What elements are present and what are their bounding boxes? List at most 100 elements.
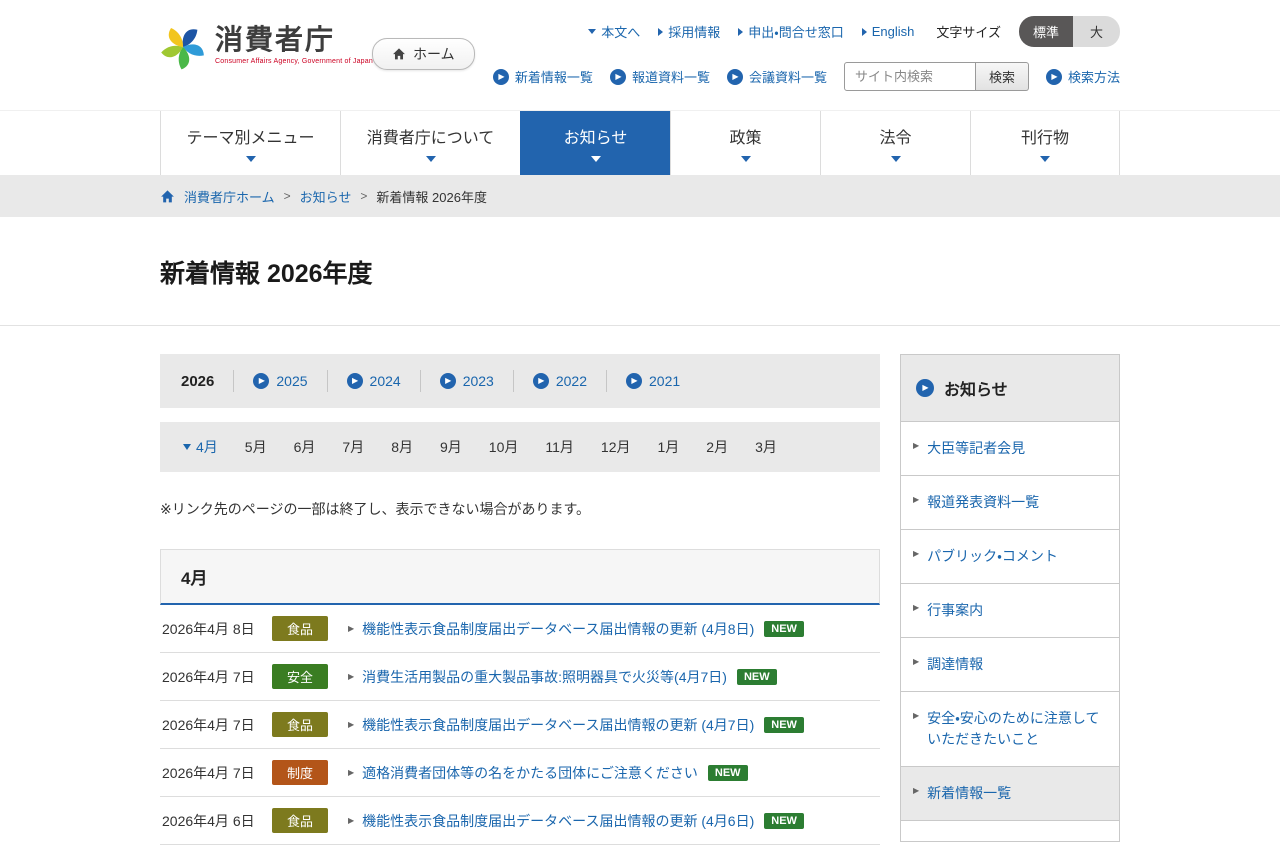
breadcrumb-bar: 消費者庁ホーム > お知らせ > 新着情報 2026年度: [0, 175, 1280, 217]
search-help-link-label: 検索方法: [1068, 67, 1120, 86]
header-utility-link[interactable]: English: [862, 24, 915, 39]
header-utility-link[interactable]: 申出・問合せ窓口: [738, 22, 843, 41]
news-date: 2026年4月 7日: [162, 763, 272, 783]
chevron-down-icon: [246, 156, 256, 162]
sidebar-item-label: パブリック・コメント: [927, 546, 1058, 567]
header-quick-link-label: 会議資料一覧: [749, 67, 827, 86]
sidebar-item[interactable]: 調達情報: [901, 638, 1119, 692]
chevron-down-icon: [741, 156, 751, 162]
month-tab[interactable]: 9月: [440, 437, 462, 457]
breadcrumb-section-link[interactable]: お知らせ: [300, 187, 352, 206]
month-tab[interactable]: 3月: [755, 437, 777, 457]
news-link[interactable]: 機能性表示食品制度届出データベース届出情報の更新 (4月7日): [362, 715, 754, 735]
nav-item[interactable]: 政策: [670, 111, 820, 175]
news-column: 2026 2025 2024 2023: [160, 354, 880, 845]
year-tab[interactable]: 2025: [233, 370, 326, 392]
news-link[interactable]: 機能性表示食品制度届出データベース届出情報の更新 (4月8日): [362, 619, 754, 639]
nav-item-label: お知らせ: [564, 124, 628, 148]
category-badge: 制度: [272, 760, 328, 785]
site-search-input[interactable]: [844, 62, 976, 91]
home-button[interactable]: ホーム: [372, 38, 475, 70]
chevron-down-icon: [591, 156, 601, 162]
month-tab[interactable]: 4月: [183, 437, 218, 457]
agency-logo[interactable]: 消費者庁 Consumer Affairs Agency, Government…: [160, 24, 373, 70]
sidebar-item[interactable]: 新着情報一覧: [901, 767, 1119, 821]
month-tab[interactable]: 10月: [489, 437, 519, 457]
month-tab[interactable]: 8月: [391, 437, 413, 457]
breadcrumb-current: 新着情報 2026年度: [376, 187, 487, 206]
sidebar-item[interactable]: 大臣等記者会見: [901, 422, 1119, 476]
sidebar-item-label: 大臣等記者会見: [927, 438, 1025, 459]
site-search-button[interactable]: 検索: [976, 62, 1029, 91]
new-badge: NEW: [764, 717, 804, 733]
page-note: ※リンク先のページの一部は終了し、表示できない場合があります。: [160, 499, 880, 519]
month-tab[interactable]: 5月: [245, 437, 267, 457]
font-size-standard-button[interactable]: 標準: [1019, 16, 1073, 47]
news-link[interactable]: 適格消費者団体等の名をかたる団体にご注意ください: [362, 763, 698, 783]
sidebar-item-partial: [901, 821, 1119, 841]
link-arrow-icon: [348, 673, 354, 681]
link-arrow-icon: [913, 658, 919, 666]
month-tab-label: 6月: [294, 437, 316, 457]
month-tab-label: 7月: [342, 437, 364, 457]
circle-arrow-icon: [440, 373, 456, 389]
month-tab[interactable]: 12月: [601, 437, 631, 457]
nav-item-label: 法令: [879, 124, 911, 148]
search-help-link[interactable]: 検索方法: [1046, 67, 1120, 86]
sidebar-item[interactable]: 報道発表資料一覧: [901, 476, 1119, 530]
nav-item-label: 政策: [729, 124, 761, 148]
sidebar-item-label: 新着情報一覧: [927, 783, 1011, 804]
news-link[interactable]: 機能性表示食品制度届出データベース届出情報の更新 (4月6日): [362, 811, 754, 831]
breadcrumb-separator: >: [284, 189, 291, 203]
breadcrumb-home-link[interactable]: 消費者庁ホーム: [184, 187, 275, 206]
header-quick-link[interactable]: 新着情報一覧: [493, 67, 593, 86]
year-tab-label: 2024: [370, 373, 401, 389]
year-tab-label: 2021: [649, 373, 680, 389]
year-tab[interactable]: 2024: [327, 370, 420, 392]
month-tab-label: 10月: [489, 437, 519, 457]
month-tab[interactable]: 6月: [294, 437, 316, 457]
nav-item-label: 刊行物: [1021, 124, 1069, 148]
font-size-large-button[interactable]: 大: [1073, 16, 1120, 47]
link-arrow-icon: [348, 769, 354, 777]
category-badge: 安全: [272, 664, 328, 689]
link-arrow-icon: [348, 625, 354, 633]
sidebar-item[interactable]: 行事案内: [901, 584, 1119, 638]
site-search: 検索: [844, 62, 1029, 91]
year-tab[interactable]: 2021: [606, 370, 699, 392]
link-arrow-icon: [913, 550, 919, 558]
circle-arrow-icon: [253, 373, 269, 389]
category-badge: 食品: [272, 808, 328, 833]
sidebar-item[interactable]: パブリック・コメント: [901, 530, 1119, 584]
sidebar-item[interactable]: 安全・安心のために注意していただきたいこと: [901, 692, 1119, 767]
header-utility-link[interactable]: 本文へ: [588, 22, 640, 41]
year-tab[interactable]: 2022: [513, 370, 606, 392]
nav-item[interactable]: 消費者庁について: [340, 111, 520, 175]
month-tab-label: 5月: [245, 437, 267, 457]
month-tab[interactable]: 2月: [706, 437, 728, 457]
year-tab[interactable]: 2023: [420, 370, 513, 392]
header-utility-link-label: 採用情報: [668, 22, 720, 41]
month-tab[interactable]: 1月: [657, 437, 679, 457]
link-arrow-icon: [738, 28, 743, 36]
header-quick-link[interactable]: 報道資料一覧: [610, 67, 710, 86]
sidebar-menu: 大臣等記者会見 報道発表資料一覧 パブリック・コメント 行事案内: [901, 422, 1119, 821]
month-tab-label: 8月: [391, 437, 413, 457]
header-utility-link[interactable]: 採用情報: [658, 22, 720, 41]
header-quick-link-label: 新着情報一覧: [515, 67, 593, 86]
link-arrow-icon: [913, 604, 919, 612]
news-item: 2026年4月 7日 制度 適格消費者団体等の名をかたる団体にご注意ください N…: [160, 749, 880, 797]
month-tab[interactable]: 11月: [545, 437, 574, 457]
month-tab[interactable]: 7月: [342, 437, 364, 457]
nav-item[interactable]: 刊行物: [970, 111, 1120, 175]
nav-item[interactable]: 法令: [820, 111, 970, 175]
nav-item[interactable]: お知らせ: [520, 111, 670, 175]
header-utility-link-label: 申出・問合せ窓口: [748, 22, 843, 41]
nav-item[interactable]: テーマ別メニュー: [160, 111, 340, 175]
header-quick-link[interactable]: 会議資料一覧: [727, 67, 827, 86]
news-link[interactable]: 消費生活用製品の重大製品事故:照明器具で火災等(4月7日): [362, 667, 727, 687]
header-utility-row: 本文へ 採用情報 申出・問合せ窓口: [588, 16, 1120, 47]
news-item: 2026年4月 7日 食品 機能性表示食品制度届出データベース届出情報の更新 (…: [160, 701, 880, 749]
page-title: 新着情報 2026年度: [160, 254, 1120, 290]
header-utility-link-label: 本文へ: [601, 22, 640, 41]
